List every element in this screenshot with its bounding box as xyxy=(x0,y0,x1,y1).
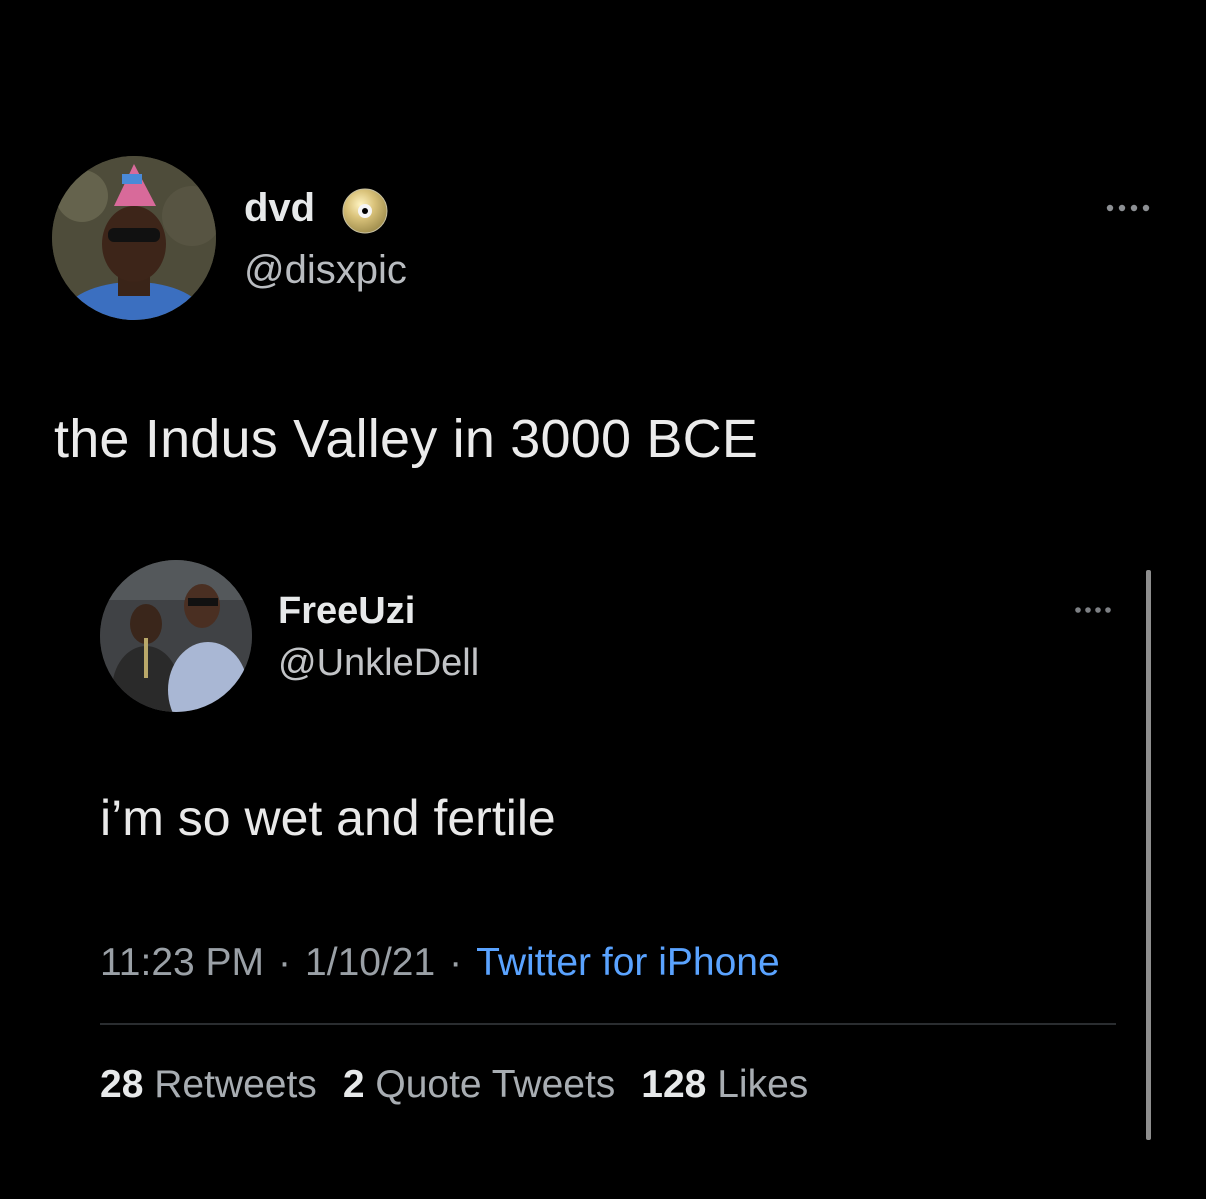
retweets-label: Retweets xyxy=(154,1063,317,1106)
quote-thread-line xyxy=(1146,570,1151,1140)
person-avatar-icon xyxy=(52,156,216,320)
retweets-stat[interactable]: 28 Retweets xyxy=(100,1063,317,1106)
quote-tweets-label: Quote Tweets xyxy=(375,1063,616,1106)
quoted-more-dots-icon[interactable] xyxy=(1070,596,1116,622)
likes-label: Likes xyxy=(717,1063,809,1106)
tweet-metadata: 11:23 PM · 1/10/21 · Twitter for iPhone xyxy=(100,938,780,988)
quote-tweets-count: 2 xyxy=(342,1063,365,1106)
likes-count: 128 xyxy=(641,1063,707,1106)
avatar[interactable] xyxy=(52,156,216,320)
tweet-stats: 28 Retweets 2 Quote Tweets 128 Likes xyxy=(100,1060,834,1110)
author-display-name[interactable]: dvd xyxy=(244,184,315,232)
retweets-count: 28 xyxy=(100,1063,144,1106)
cd-disc-icon xyxy=(340,186,390,236)
quoted-author-display-name[interactable]: FreeUzi xyxy=(278,588,415,634)
tweet-text: the Indus Valley in 3000 BCE xyxy=(54,409,759,469)
more-dots-icon[interactable] xyxy=(1098,190,1150,220)
separator-dot: · xyxy=(278,941,292,984)
separator-dot: · xyxy=(449,941,463,984)
divider xyxy=(100,1023,1116,1025)
tweet-time[interactable]: 11:23 PM xyxy=(100,941,264,984)
tweet-date[interactable]: 1/10/21 xyxy=(305,941,435,984)
quoted-avatar[interactable] xyxy=(100,560,252,712)
quote-tweets-stat[interactable]: 2 Quote Tweets xyxy=(343,1063,615,1106)
two-people-avatar-icon xyxy=(100,560,252,712)
quoted-author-handle[interactable]: @UnkleDell xyxy=(278,640,479,686)
quoted-tweet-text: i’m so wet and fertile xyxy=(100,790,556,846)
tweet-source-link[interactable]: Twitter for iPhone xyxy=(476,941,779,984)
author-handle[interactable]: @disxpic xyxy=(244,246,407,294)
likes-stat[interactable]: 128 Likes xyxy=(641,1063,808,1106)
